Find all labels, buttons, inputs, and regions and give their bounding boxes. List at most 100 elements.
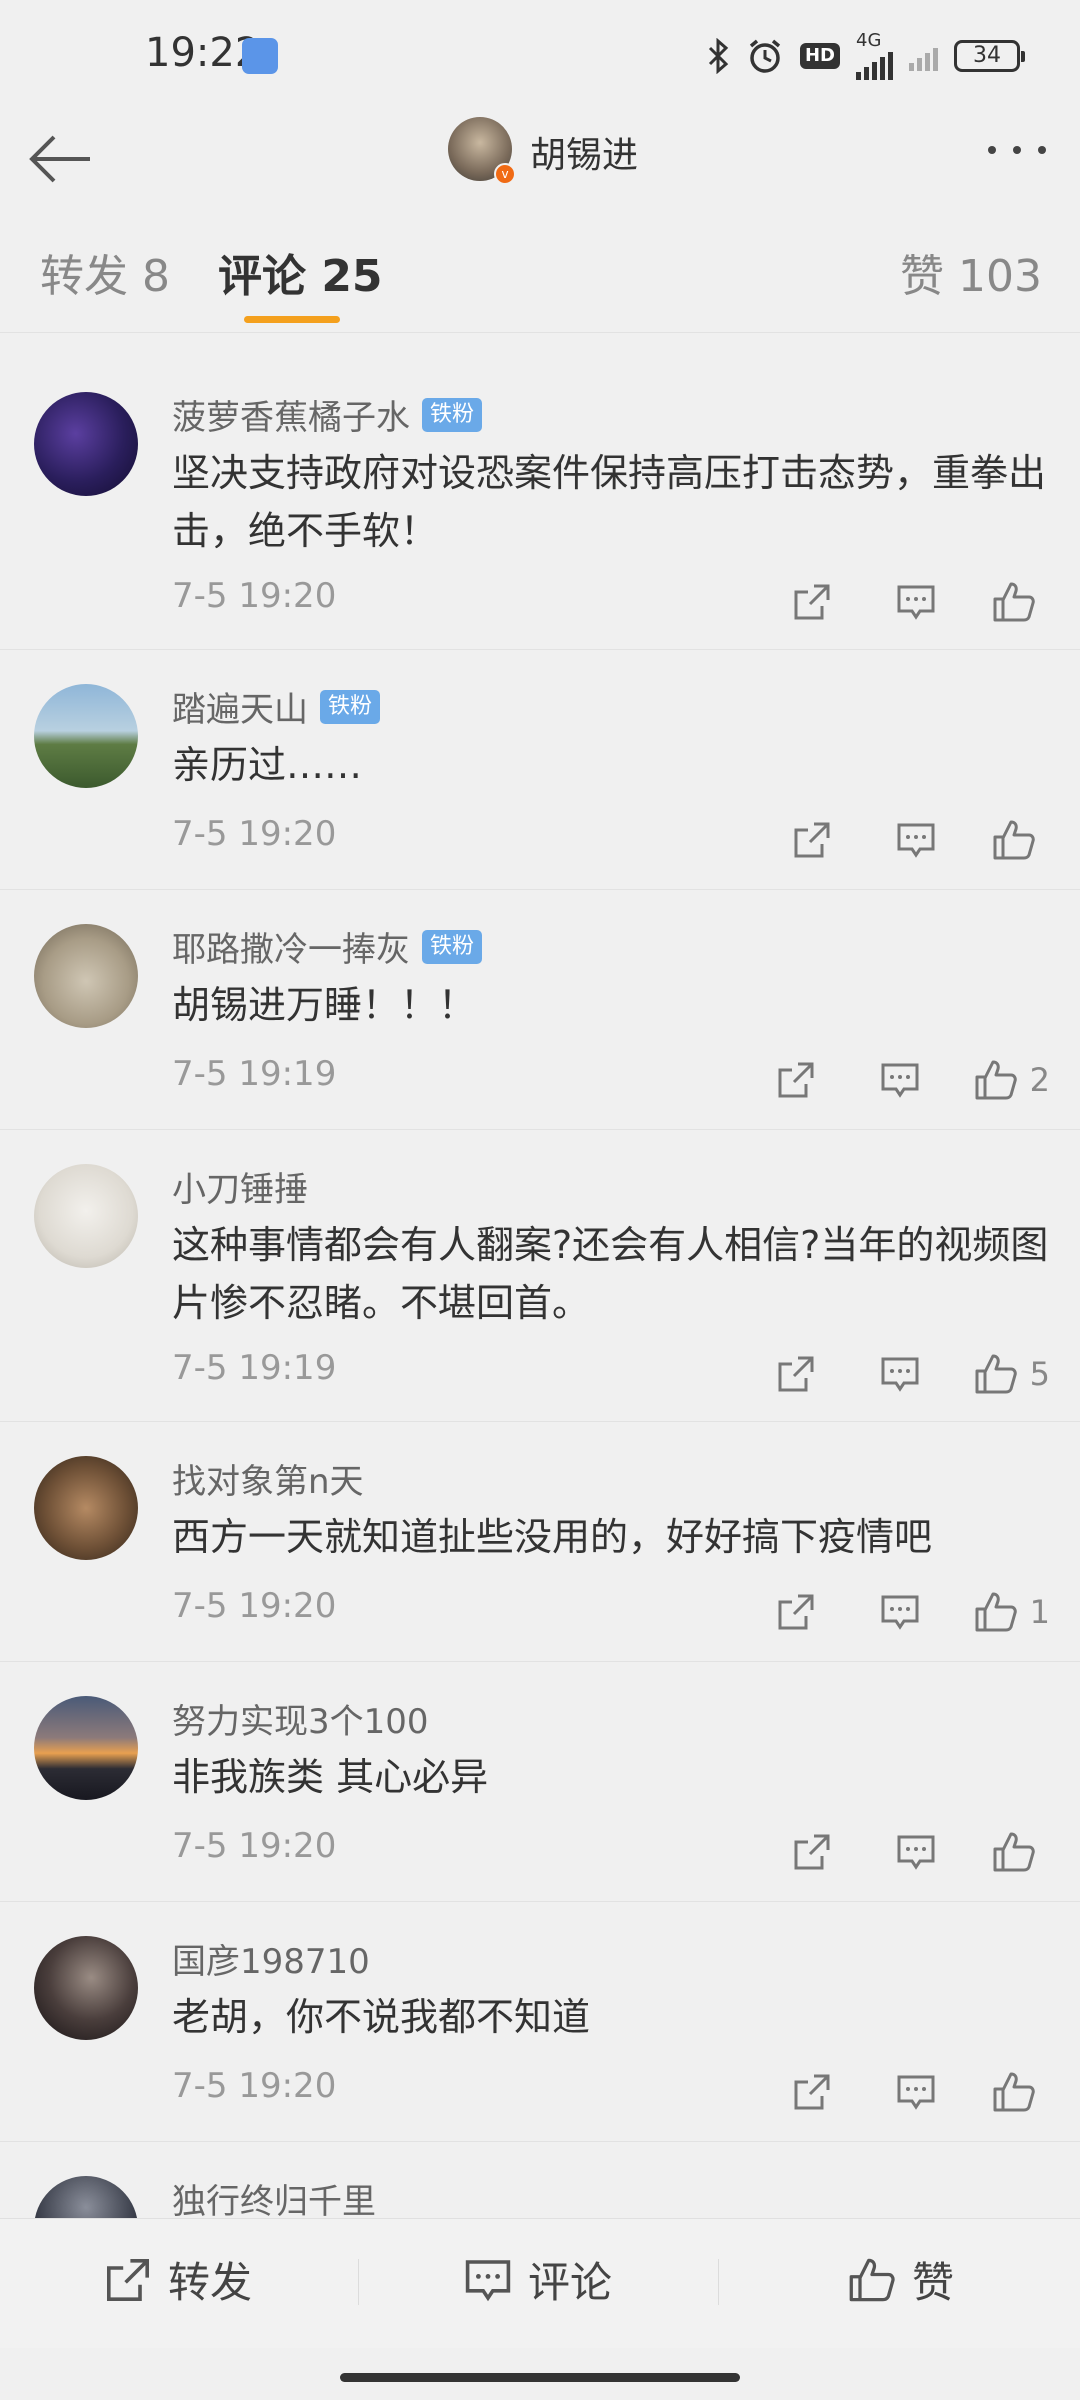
user-avatar[interactable]: [34, 1696, 138, 1800]
comment-label: 评论: [528, 2258, 613, 2307]
comment-text: 亲历过……: [172, 743, 363, 787]
comment-username[interactable]: 努力实现3个100: [172, 1694, 429, 1743]
username-text: 菠萝香蕉橘子水: [172, 398, 410, 438]
page-title[interactable]: 胡锡进: [530, 126, 638, 178]
tab-bar: 转发 8 评论 25 赞 103: [0, 232, 1080, 332]
reply-button[interactable]: [870, 1058, 930, 1102]
share-icon: [778, 1356, 814, 1392]
reply-button[interactable]: [886, 1830, 946, 1874]
comment-icon: [897, 2075, 935, 2110]
like-button[interactable]: [990, 1830, 1050, 1874]
hd-badge: HD: [799, 43, 840, 69]
comment-username[interactable]: 小刀锤捶: [172, 1162, 308, 1211]
reply-button[interactable]: [870, 1352, 930, 1396]
share-button[interactable]: [766, 1058, 826, 1102]
share-button[interactable]: [782, 1830, 842, 1874]
comment-time: 7-5 19:20: [172, 814, 337, 854]
user-avatar[interactable]: [34, 392, 138, 496]
comment-item: 踏遍天山 铁粉 亲历过…… 7-5 19:20: [0, 650, 1080, 890]
comment-icon: [897, 585, 935, 620]
battery-icon: 34: [954, 40, 1025, 72]
comment-username[interactable]: 耶路撒冷一捧灰 铁粉: [172, 922, 483, 971]
comment-time: 7-5 19:20: [172, 576, 337, 616]
battery-level: 34: [973, 43, 1001, 68]
repost-button[interactable]: 转发: [104, 2249, 252, 2310]
like-button[interactable]: [990, 580, 1050, 624]
comment-username[interactable]: 找对象第n天: [172, 1454, 364, 1503]
tab-likes[interactable]: 赞 103: [900, 240, 1042, 304]
comment-icon: [897, 1835, 935, 1870]
user-avatar[interactable]: [34, 1936, 138, 2040]
back-arrow-icon: [29, 135, 90, 183]
share-icon: [778, 1062, 814, 1098]
fan-badge: 铁粉: [422, 397, 483, 432]
active-tab-indicator: [244, 316, 340, 323]
user-avatar[interactable]: [34, 684, 138, 788]
comment-icon: [897, 823, 935, 858]
comment-button[interactable]: 评论: [464, 2249, 612, 2310]
comment-actions: 5: [766, 1352, 1050, 1396]
username-text: 小刀锤捶: [172, 1170, 308, 1210]
comment-item: 小刀锤捶 这种事情都会有人翻案?还会有人相信?当年的视频图片惨不忍睹。不堪回首。…: [0, 1130, 1080, 1422]
thumbs-up-icon: [993, 582, 1035, 622]
thumbs-up-icon: [975, 1592, 1017, 1632]
divider: [718, 2259, 719, 2305]
user-avatar[interactable]: [34, 924, 138, 1028]
share-icon: [107, 2258, 149, 2301]
comment-actions: 2: [766, 1058, 1050, 1102]
user-avatar[interactable]: [34, 1456, 138, 1560]
comment-username[interactable]: 踏遍天山 铁粉: [172, 682, 381, 731]
more-options-button[interactable]: [982, 140, 1052, 180]
like-button[interactable]: 5: [974, 1352, 1050, 1396]
comment-username[interactable]: 独行终归千里: [172, 2174, 376, 2218]
like-button[interactable]: 1: [974, 1590, 1050, 1634]
reply-button[interactable]: [870, 1590, 930, 1634]
like-button[interactable]: [990, 818, 1050, 862]
share-icon: [794, 584, 830, 620]
reply-button[interactable]: [886, 580, 946, 624]
share-icon: [794, 1834, 830, 1870]
user-avatar[interactable]: [34, 2176, 138, 2218]
share-button[interactable]: [766, 1352, 826, 1396]
comment-time: 7-5 19:20: [172, 1826, 337, 1866]
comment-text: 胡锡进万睡！！！: [172, 983, 477, 1027]
reply-button[interactable]: [886, 818, 946, 862]
user-avatar[interactable]: [34, 1164, 138, 1268]
username-text: 踏遍天山: [172, 690, 308, 730]
like-button[interactable]: 2: [974, 1058, 1050, 1102]
share-button[interactable]: [782, 580, 842, 624]
tab-repost[interactable]: 转发 8: [40, 240, 170, 304]
share-button[interactable]: [782, 2070, 842, 2114]
like-label: 赞: [912, 2258, 955, 2307]
comment-item: 菠萝香蕉橘子水 铁粉 坚决支持政府对设恐案件保持高压打击态势，重拳出击，绝不手软…: [0, 358, 1080, 650]
share-button[interactable]: [782, 818, 842, 862]
comment-actions: [782, 580, 1050, 624]
comment-actions: 1: [766, 1590, 1050, 1634]
repost-label: 转发: [168, 2258, 253, 2307]
comment-time: 7-5 19:19: [172, 1054, 337, 1094]
comment-text: 坚决支持政府对设恐案件保持高压打击态势，重拳出击，绝不手软！: [172, 451, 1047, 553]
like-post-button[interactable]: 赞: [848, 2249, 954, 2310]
comment-username[interactable]: 国彦198710: [172, 1934, 370, 1983]
status-icons: HD 4G 34: [706, 32, 1025, 80]
share-button[interactable]: [766, 1590, 826, 1634]
share-icon: [778, 1594, 814, 1630]
home-indicator[interactable]: [340, 2373, 740, 2382]
username-text: 努力实现3个100: [172, 1702, 429, 1742]
bluetooth-icon: [706, 38, 730, 74]
like-button[interactable]: [990, 2070, 1050, 2114]
comment-icon: [881, 1357, 919, 1392]
back-button[interactable]: [26, 124, 96, 194]
like-count: 5: [1029, 1355, 1050, 1393]
comment-username[interactable]: 菠萝香蕉橘子水 铁粉: [172, 390, 483, 439]
comment-icon: [881, 1063, 919, 1098]
verified-icon: v: [494, 163, 516, 185]
reply-button[interactable]: [886, 2070, 946, 2114]
thumbs-up-icon: [993, 820, 1035, 860]
alarm-icon: [746, 37, 784, 75]
tab-comments[interactable]: 评论 25: [218, 240, 383, 304]
thumbs-up-icon: [975, 1060, 1017, 1100]
comment-icon: [465, 2259, 511, 2301]
comment-actions: [782, 1830, 1050, 1874]
fan-badge: 铁粉: [422, 929, 483, 964]
